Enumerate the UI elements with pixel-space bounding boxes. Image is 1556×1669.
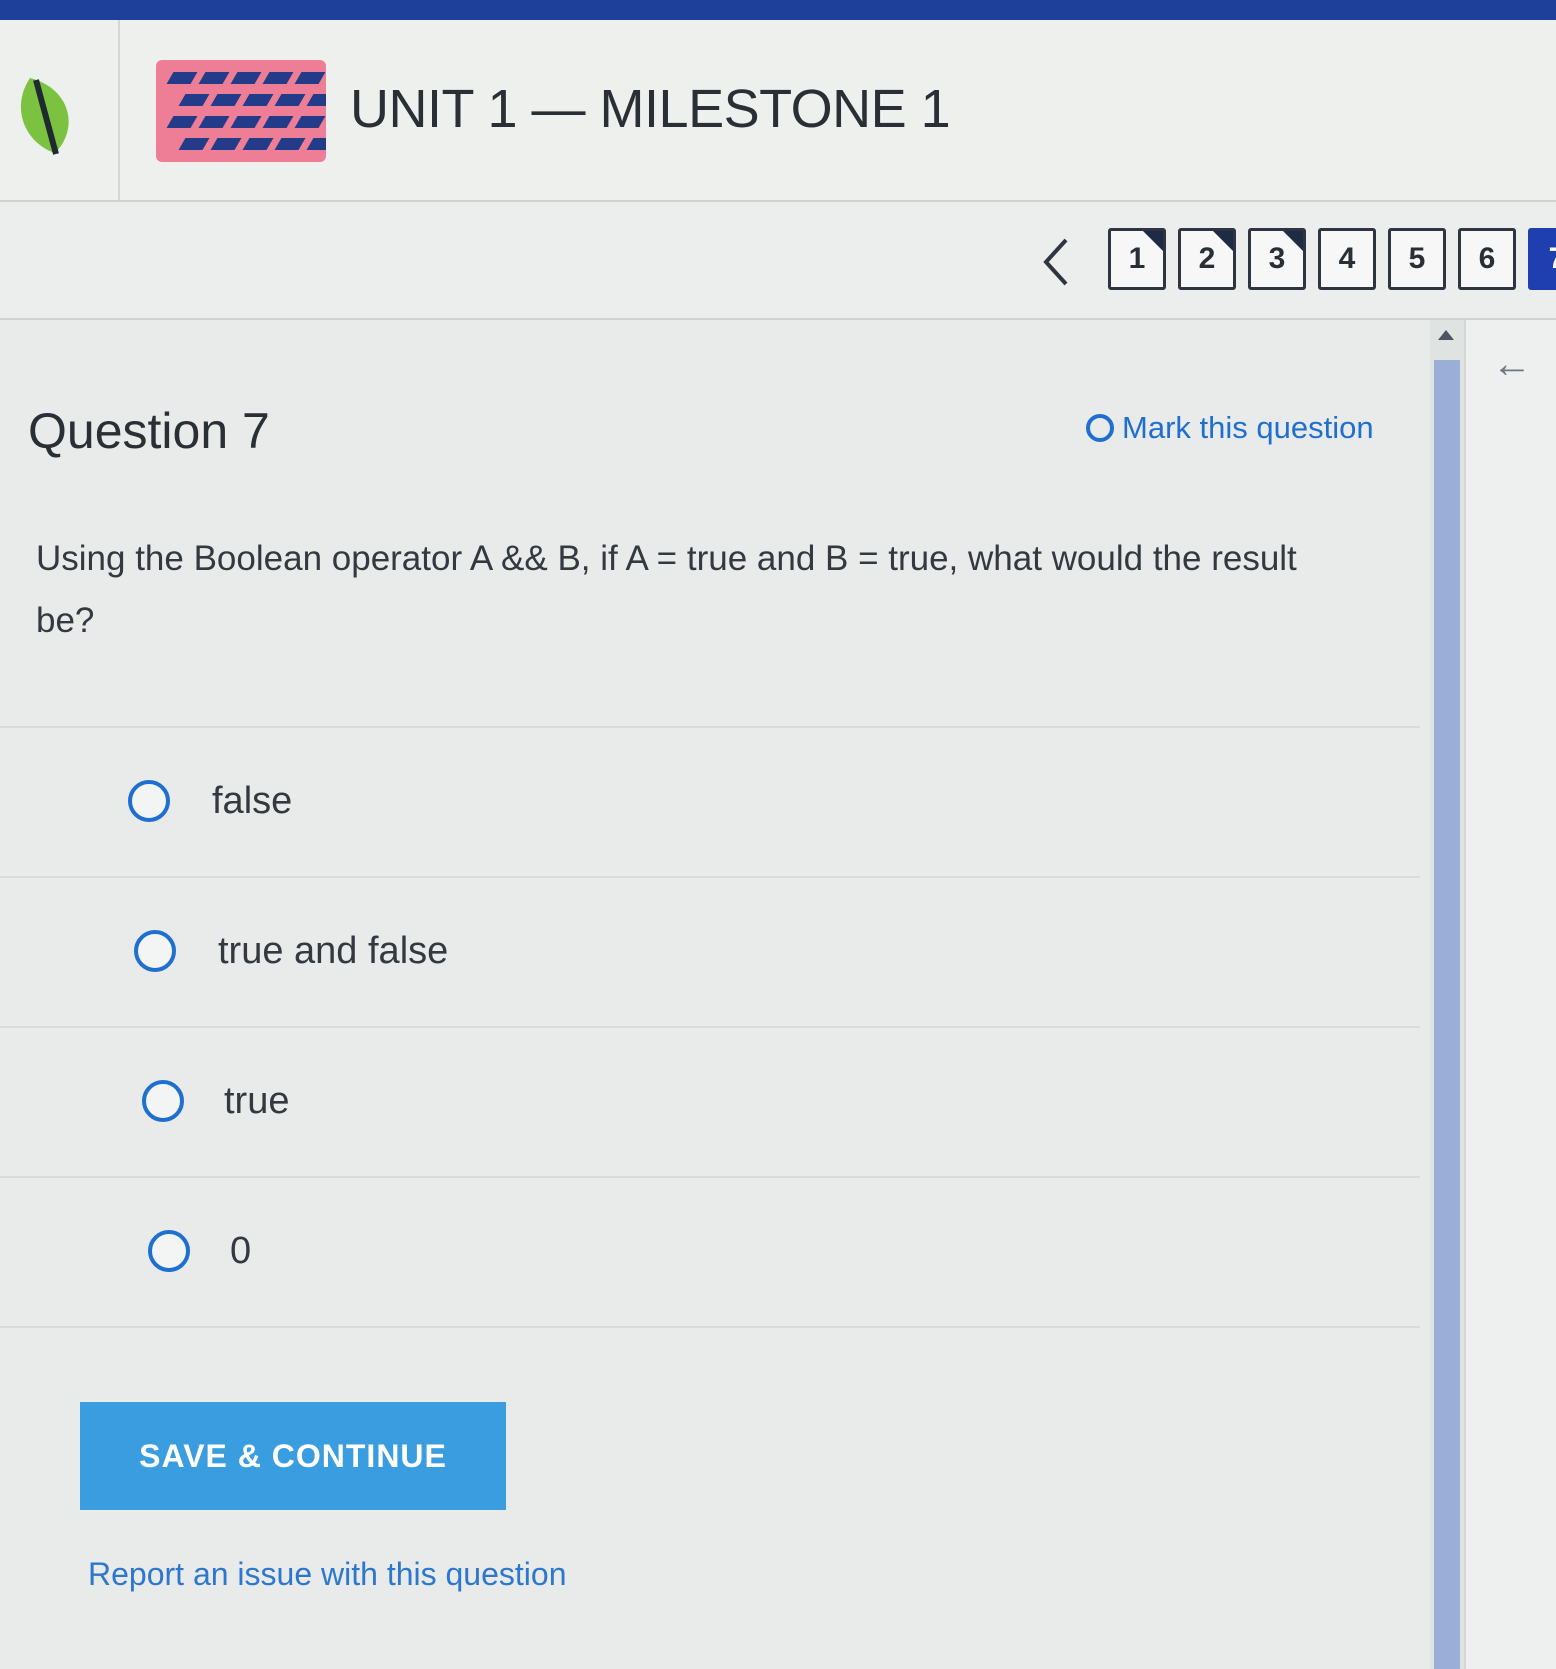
chevron-left-icon[interactable]	[1036, 234, 1076, 290]
badge-pattern-mark	[294, 72, 326, 84]
answer-option[interactable]: false	[0, 726, 1420, 876]
question-title: Question 7	[28, 403, 270, 459]
scrollbar[interactable]	[1430, 320, 1464, 1669]
question-number-label: 5	[1408, 242, 1426, 275]
question-number-7[interactable]: 7	[1528, 228, 1556, 290]
header: UNIT 1 — MILESTONE 1	[0, 20, 1556, 202]
answer-option[interactable]: 0	[0, 1176, 1420, 1328]
badge-pattern-mark	[242, 94, 274, 106]
question-number-4[interactable]: 4	[1318, 228, 1376, 290]
badge-pattern-mark	[306, 94, 326, 106]
badge-pattern-mark	[210, 138, 242, 150]
answered-corner-icon	[1142, 231, 1163, 252]
badge-pattern-mark	[230, 72, 262, 84]
radio-button[interactable]	[128, 780, 170, 822]
badge-pattern-mark	[262, 116, 294, 128]
badge-pattern-mark	[242, 138, 274, 150]
scroll-up-icon[interactable]	[1438, 330, 1454, 340]
mark-radio-icon[interactable]	[1086, 414, 1114, 442]
save-continue-button[interactable]: SAVE & CONTINUE	[80, 1402, 506, 1510]
badge-pattern-mark	[274, 138, 306, 150]
question-number-3[interactable]: 3	[1248, 228, 1306, 290]
unit-title: UNIT 1 — MILESTONE 1	[350, 79, 951, 139]
scroll-thumb[interactable]	[1434, 360, 1460, 1669]
left-arrow-icon[interactable]: ←	[1492, 342, 1532, 387]
answer-label: 0	[230, 1230, 252, 1272]
badge-pattern-mark	[198, 116, 230, 128]
badge-pattern-mark	[198, 72, 230, 84]
badge-pattern-mark	[230, 116, 262, 128]
answer-option[interactable]: true and false	[0, 876, 1420, 1026]
question-text: Using the Boolean operator A && B, if A …	[36, 539, 1297, 640]
badge-pattern-mark	[274, 94, 306, 106]
mark-question-label: Mark this question	[1122, 410, 1374, 445]
radio-button[interactable]	[148, 1230, 190, 1272]
answer-label: false	[212, 780, 293, 822]
question-number-2[interactable]: 2	[1178, 228, 1236, 290]
badge-pattern-mark	[262, 72, 294, 84]
top-bar	[0, 0, 1556, 20]
question-number-5[interactable]: 5	[1388, 228, 1446, 290]
badge-pattern-mark	[166, 72, 198, 84]
question-number-label: 7	[1549, 242, 1556, 276]
radio-button[interactable]	[134, 930, 176, 972]
answer-option[interactable]: true	[0, 1026, 1420, 1176]
question-number-6[interactable]: 6	[1458, 228, 1516, 290]
answered-corner-icon	[1282, 231, 1303, 252]
answer-label: true and false	[218, 930, 449, 972]
badge-pattern-mark	[306, 138, 326, 150]
logo-cell	[0, 20, 120, 200]
mark-question-toggle[interactable]: Mark this question	[1086, 410, 1374, 446]
report-issue-link[interactable]: Report an issue with this question	[88, 1556, 566, 1593]
answered-corner-icon	[1212, 231, 1233, 252]
radio-button[interactable]	[142, 1080, 184, 1122]
badge-pattern-mark	[178, 94, 210, 106]
pattern-badge	[156, 60, 326, 162]
badge-pattern-mark	[178, 138, 210, 150]
answer-list: false true and false true 0	[0, 726, 1420, 1328]
badge-pattern-mark	[210, 94, 242, 106]
question-number-1[interactable]: 1	[1108, 228, 1166, 290]
answer-label: true	[224, 1080, 290, 1122]
side-column: ←	[1464, 320, 1556, 1669]
question-number-label: 6	[1478, 242, 1496, 275]
badge-pattern-mark	[166, 116, 198, 128]
sophia-leaf-logo	[20, 78, 69, 155]
badge-pattern-mark	[294, 116, 326, 128]
question-number-label: 4	[1338, 242, 1356, 275]
question-navigation: 1234 5 6 7	[0, 202, 1556, 320]
